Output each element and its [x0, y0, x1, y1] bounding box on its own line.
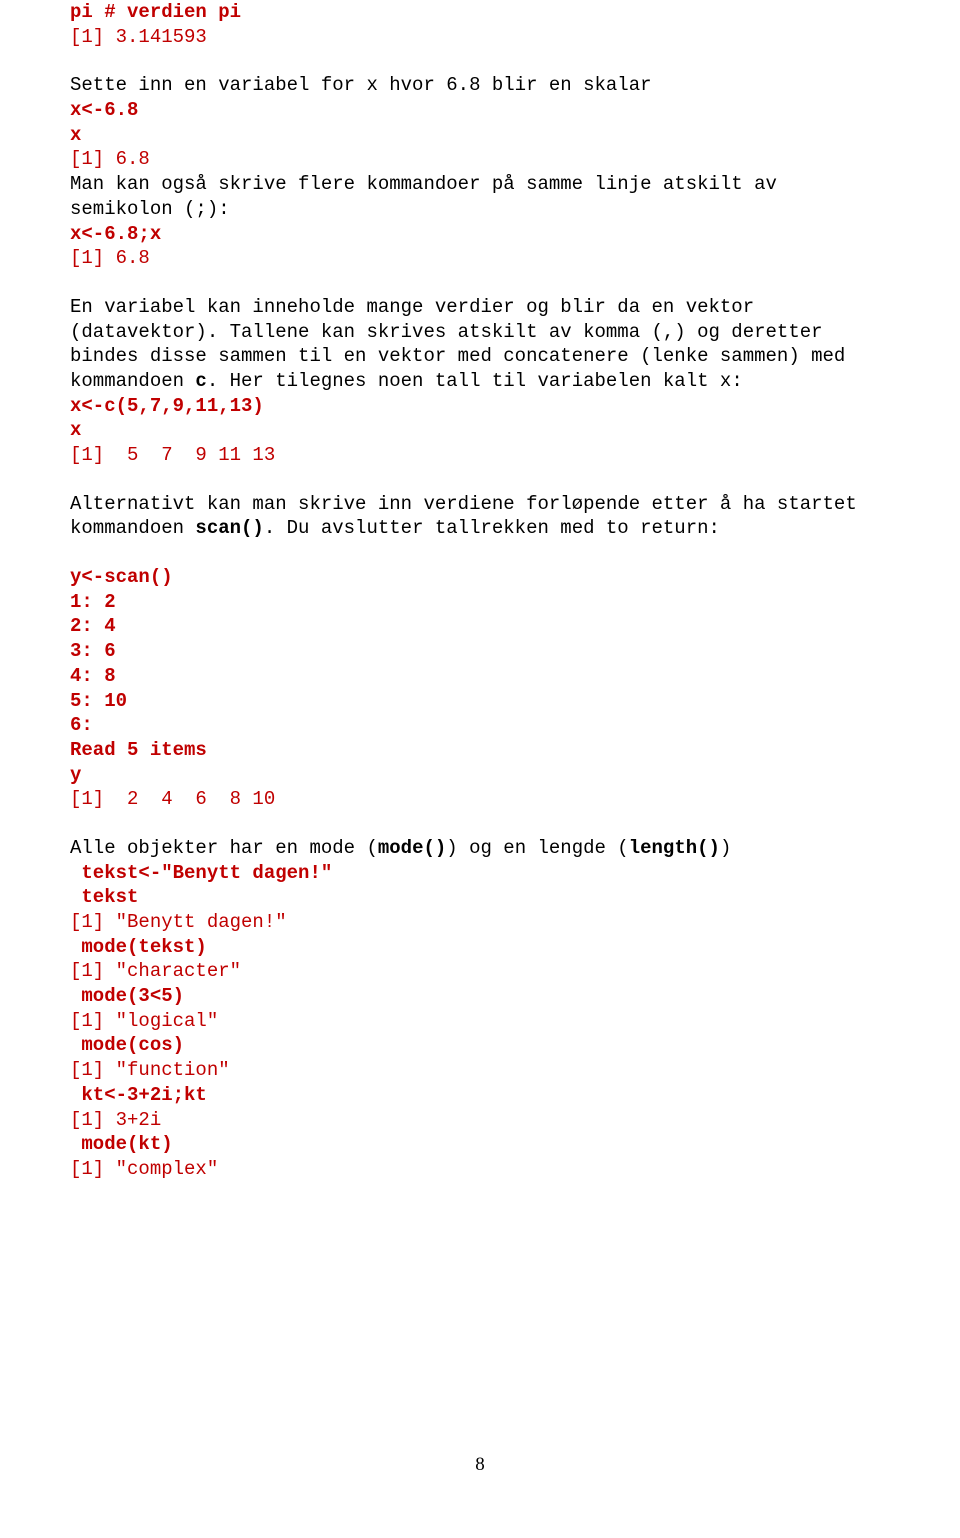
text-paragraph: En variabel kan inneholde mange verdier …: [70, 295, 890, 394]
output-line: [1] "logical": [70, 1009, 890, 1034]
output-line: [1] 6.8: [70, 246, 890, 271]
bold-span: length(): [629, 837, 720, 859]
code-line: 5: 10: [70, 689, 890, 714]
code-line: mode(tekst): [70, 935, 890, 960]
text-span: ): [720, 837, 731, 859]
text-span: . Her tilegnes noen tall til variabelen …: [207, 370, 743, 392]
output-line: [1] 5 7 9 11 13: [70, 443, 890, 468]
code-line: 6:: [70, 713, 890, 738]
text-paragraph: Alternativt kan man skrive inn verdiene …: [70, 492, 890, 541]
text-line: Sette inn en variabel for x hvor 6.8 bli…: [70, 73, 890, 98]
text-span: Alle objekter har en mode (: [70, 837, 378, 859]
bold-span: scan(): [195, 517, 263, 539]
code-line: y: [70, 763, 890, 788]
code-line: mode(cos): [70, 1033, 890, 1058]
code-line: y<-scan(): [70, 565, 890, 590]
code-line: pi # verdien pi: [70, 0, 890, 25]
code-line: 4: 8: [70, 664, 890, 689]
page-number: 8: [0, 1453, 960, 1478]
bold-span: mode(): [378, 837, 446, 859]
output-line: [1] "function": [70, 1058, 890, 1083]
code-line: x<-6.8;x: [70, 222, 890, 247]
output-line: [1] 3+2i: [70, 1108, 890, 1133]
text-span: . Du avslutter tallrekken med to return:: [264, 517, 720, 539]
code-line: x: [70, 418, 890, 443]
text-line: Man kan også skrive flere kommandoer på …: [70, 172, 890, 221]
output-line: [1] "complex": [70, 1157, 890, 1182]
output-line: [1] "character": [70, 959, 890, 984]
code-line: tekst: [70, 885, 890, 910]
spacer: [70, 468, 890, 492]
code-line: 2: 4: [70, 614, 890, 639]
document-page: pi # verdien pi [1] 3.141593 Sette inn e…: [0, 0, 960, 1538]
output-line: [1] "Benytt dagen!": [70, 910, 890, 935]
text-span: ) og en lengde (: [446, 837, 628, 859]
code-line: Read 5 items: [70, 738, 890, 763]
bold-span: c: [195, 370, 206, 392]
spacer: [70, 812, 890, 836]
spacer: [70, 271, 890, 295]
text-line: Alle objekter har en mode (mode()) og en…: [70, 836, 890, 861]
code-line: x: [70, 123, 890, 148]
code-line: mode(3<5): [70, 984, 890, 1009]
code-line: mode(kt): [70, 1132, 890, 1157]
output-line: [1] 6.8: [70, 147, 890, 172]
code-line: kt<-3+2i;kt: [70, 1083, 890, 1108]
spacer: [70, 49, 890, 73]
code-line: x<-c(5,7,9,11,13): [70, 394, 890, 419]
code-line: 3: 6: [70, 639, 890, 664]
code-line: 1: 2: [70, 590, 890, 615]
code-line: tekst<-"Benytt dagen!": [70, 861, 890, 886]
output-line: [1] 3.141593: [70, 25, 890, 50]
output-line: [1] 2 4 6 8 10: [70, 787, 890, 812]
spacer: [70, 541, 890, 565]
code-line: x<-6.8: [70, 98, 890, 123]
